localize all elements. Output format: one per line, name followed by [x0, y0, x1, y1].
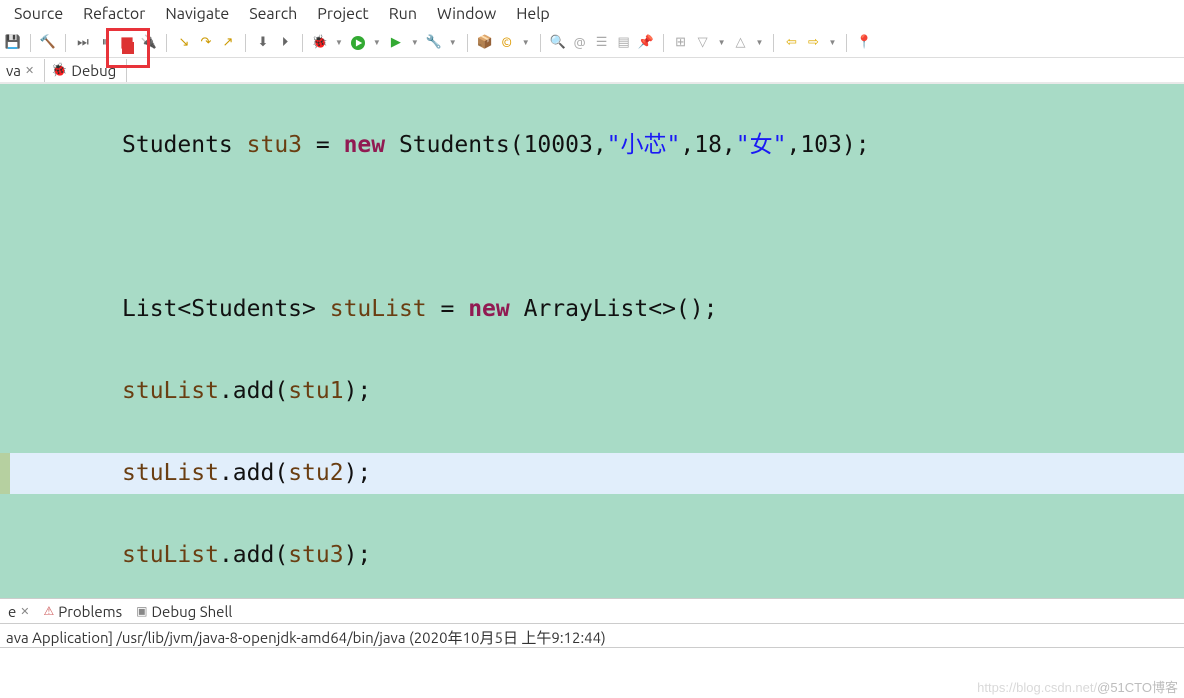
breakpoint-gutter — [0, 453, 10, 494]
layout-icon[interactable]: ⊞ — [672, 34, 690, 52]
menu-refactor[interactable]: Refactor — [73, 3, 155, 25]
stop-button-highlight[interactable] — [106, 28, 150, 68]
prev-annotation-icon[interactable]: △ — [732, 34, 750, 52]
new-class-icon[interactable]: © — [498, 34, 516, 52]
bug-icon: 🐞 — [51, 63, 67, 78]
close-icon[interactable]: ✕ — [20, 605, 29, 618]
tab-console-fragment[interactable]: e ✕ — [4, 603, 34, 620]
tab-java-file[interactable]: va ✕ — [0, 59, 45, 82]
menu-project[interactable]: Project — [307, 3, 378, 25]
current-execution-line: stuList.add(stu2); — [0, 453, 1184, 494]
editor-tabs: va ✕ 🐞 Debug — [0, 58, 1184, 84]
separator — [846, 34, 847, 52]
wand-icon[interactable]: 🔨 — [39, 34, 57, 52]
stop-square-icon — [122, 42, 134, 54]
external-tools-icon[interactable]: 🔧 — [425, 34, 443, 52]
menu-window[interactable]: Window — [427, 3, 506, 25]
status-text: ava Application] /usr/lib/jvm/java-8-ope… — [6, 629, 606, 646]
tab-problems[interactable]: ⚠ Problems — [40, 603, 127, 620]
save-icon[interactable]: 💾 — [4, 34, 22, 52]
separator — [467, 34, 468, 52]
console-status-line: ava Application] /usr/lib/jvm/java-8-ope… — [0, 624, 1184, 648]
chevron-down-icon[interactable]: ▼ — [447, 38, 459, 47]
menu-help[interactable]: Help — [506, 3, 560, 25]
menu-bar: Source Refactor Navigate Search Project … — [0, 0, 1184, 28]
watermark: https://blog.csdn.net/@51CTO博客 — [977, 677, 1178, 696]
task-icon[interactable]: ☰ — [593, 34, 611, 52]
chevron-down-icon[interactable]: ▼ — [520, 38, 532, 47]
debug-icon[interactable]: 🐞 — [311, 34, 329, 52]
chevron-down-icon[interactable]: ▼ — [333, 38, 345, 47]
close-icon[interactable]: ✕ — [25, 64, 34, 77]
watermark-handle: @51CTO博客 — [1097, 680, 1178, 695]
step-return-icon[interactable]: ↗ — [219, 34, 237, 52]
pin-icon[interactable]: 📌 — [637, 34, 655, 52]
drop-frame-icon[interactable]: ⬇ — [254, 34, 272, 52]
menu-search[interactable]: Search — [239, 3, 307, 25]
step-over-icon[interactable]: ↷ — [197, 34, 215, 52]
shell-icon: ▣ — [136, 604, 147, 618]
run-icon[interactable] — [349, 34, 367, 52]
menu-navigate[interactable]: Navigate — [155, 3, 239, 25]
separator — [773, 34, 774, 52]
annotation-icon[interactable]: @ — [571, 34, 589, 52]
bottom-views-tabs: e ✕ ⚠ Problems ▣ Debug Shell — [0, 598, 1184, 624]
separator — [663, 34, 664, 52]
watermark-url: https://blog.csdn.net/ — [977, 680, 1097, 695]
chevron-down-icon[interactable]: ▼ — [754, 38, 766, 47]
chevron-down-icon[interactable]: ▼ — [716, 38, 728, 47]
separator — [65, 34, 66, 52]
use-step-filters-icon[interactable]: ⏵ — [276, 34, 294, 52]
separator — [245, 34, 246, 52]
separator — [302, 34, 303, 52]
separator — [540, 34, 541, 52]
chevron-down-icon[interactable]: ▼ — [409, 38, 421, 47]
next-annotation-icon[interactable]: ▽ — [694, 34, 712, 52]
tab-label: Problems — [58, 603, 122, 620]
chevron-down-icon[interactable]: ▼ — [826, 38, 838, 47]
code-editor[interactable]: Students stu3 = new Students(10003,"小芯",… — [0, 84, 1184, 598]
menu-run[interactable]: Run — [379, 3, 427, 25]
search-icon[interactable]: 🔍 — [549, 34, 567, 52]
new-package-icon[interactable]: 📦 — [476, 34, 494, 52]
tab-label: va — [6, 62, 21, 79]
chevron-down-icon[interactable]: ▼ — [371, 38, 383, 47]
tab-label: e — [8, 603, 16, 620]
separator — [166, 34, 167, 52]
step-into-icon[interactable]: ↘ — [175, 34, 193, 52]
tab-label: Debug Shell — [151, 603, 232, 620]
back-icon[interactable]: ⇦ — [782, 34, 800, 52]
forward-icon[interactable]: ⇨ — [804, 34, 822, 52]
problems-icon: ⚠ — [44, 604, 55, 618]
skip-icon[interactable]: ⏭ — [74, 34, 92, 52]
outline-icon[interactable]: ▤ — [615, 34, 633, 52]
tab-debug-shell[interactable]: ▣ Debug Shell — [132, 603, 236, 620]
pin-editor-icon[interactable]: 📍 — [855, 34, 873, 52]
separator — [30, 34, 31, 52]
menu-source[interactable]: Source — [4, 3, 73, 25]
toolbar: 💾 🔨 ⏭ ⏸ 🔌 ↘ ↷ ↗ ⬇ ⏵ 🐞▼ ▼ ▶▼ 🔧▼ 📦 ©▼ 🔍 @ … — [0, 28, 1184, 58]
coverage-icon[interactable]: ▶ — [387, 34, 405, 52]
